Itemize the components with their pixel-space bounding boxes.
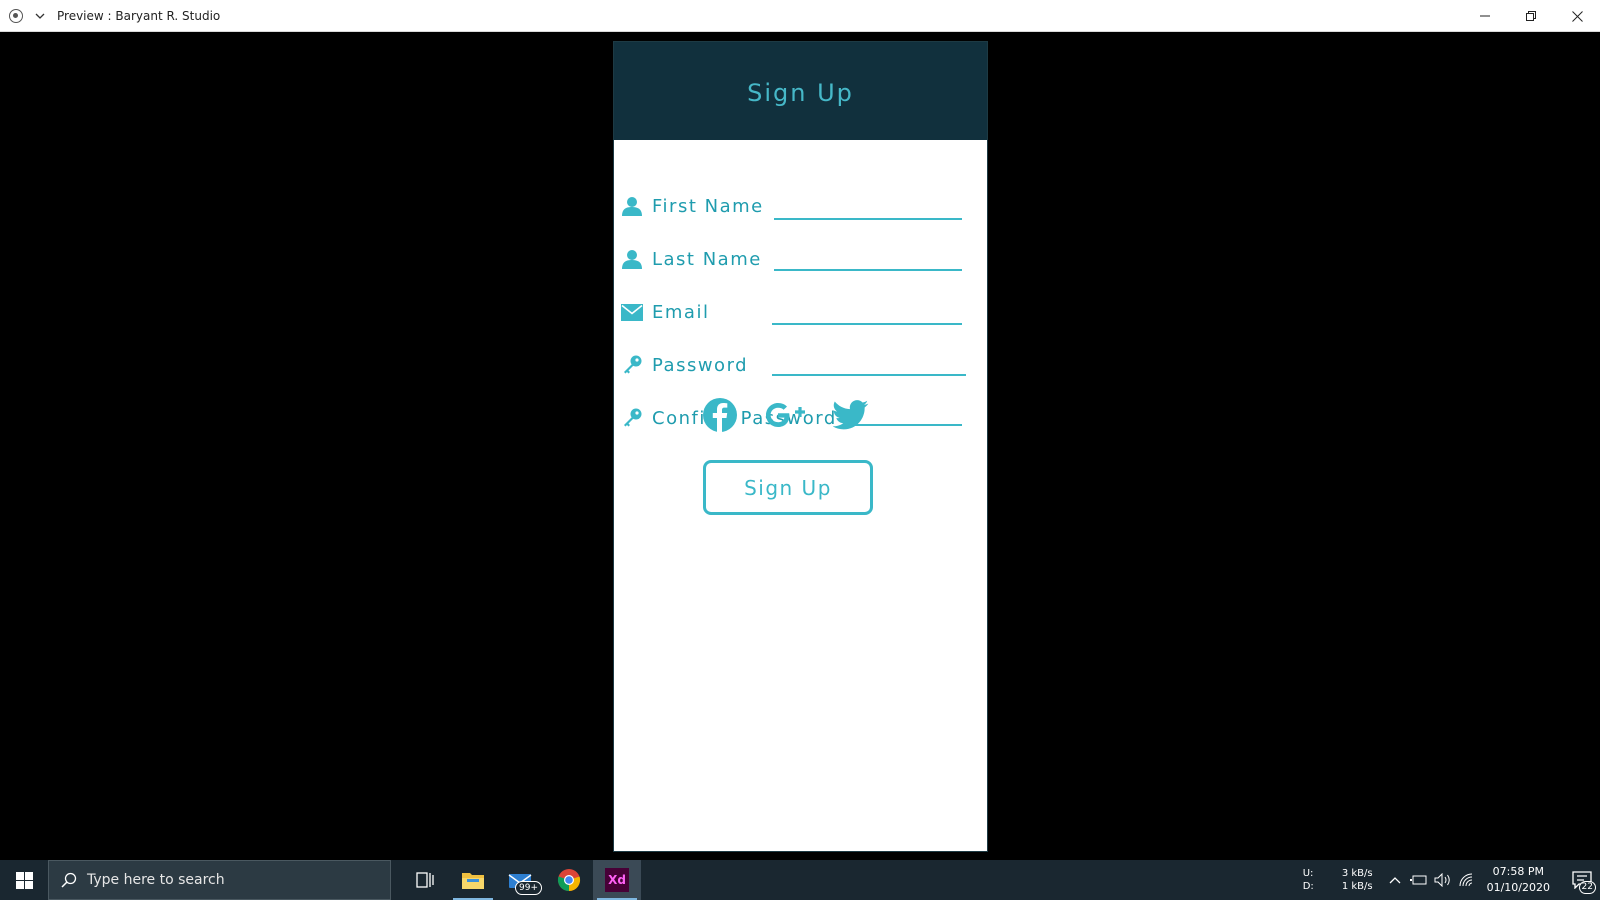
key-icon: [620, 353, 644, 377]
password-label: Password: [652, 355, 749, 376]
restore-button[interactable]: [1508, 0, 1554, 32]
first-name-label: First Name: [652, 196, 764, 217]
folder-icon: [462, 873, 484, 889]
facebook-icon[interactable]: [701, 396, 739, 434]
first-name-field[interactable]: First Name: [620, 192, 764, 222]
network-speed: U: D: 3 kB/s 1 kB/s: [1303, 867, 1373, 893]
mail-button[interactable]: 99+: [497, 860, 545, 900]
social-login: [614, 396, 987, 436]
password-input[interactable]: [772, 374, 966, 376]
chevron-up-icon[interactable]: [1383, 860, 1407, 900]
clock-date: 01/10/2020: [1486, 881, 1550, 894]
upload-label: U:: [1302, 868, 1314, 879]
record-icon[interactable]: [9, 8, 23, 23]
notification-center-button[interactable]: 22: [1564, 860, 1600, 900]
task-view-icon: [416, 872, 434, 888]
download-label: D:: [1302, 881, 1314, 892]
adobe-xd-icon: Xd: [605, 868, 629, 892]
last-name-field[interactable]: Last Name: [620, 245, 762, 275]
battery-icon[interactable]: [1407, 860, 1431, 900]
email-field[interactable]: Email: [620, 298, 709, 328]
first-name-input[interactable]: [774, 218, 962, 220]
google-plus-icon[interactable]: [763, 396, 811, 434]
task-view-button[interactable]: [401, 860, 449, 900]
last-name-label: Last Name: [652, 249, 762, 270]
window-controls: [1462, 0, 1600, 32]
volume-icon[interactable]: [1431, 860, 1455, 900]
window-title: Preview : Baryant R. Studio: [57, 8, 221, 23]
envelope-icon: [620, 300, 644, 324]
email-label: Email: [652, 302, 710, 323]
chevron-down-icon[interactable]: [35, 11, 45, 21]
user-icon: [620, 194, 644, 218]
password-field[interactable]: Password: [620, 351, 748, 381]
clock-time: 07:58 PM: [1492, 865, 1544, 878]
twitter-icon[interactable]: [832, 396, 870, 434]
signup-artboard: Sign Up First Name Last Name Email Passw…: [613, 41, 988, 852]
search-placeholder: Type here to search: [87, 872, 225, 888]
clock[interactable]: 07:58 PM 01/10/2020: [1487, 864, 1550, 896]
last-name-input[interactable]: [774, 269, 962, 271]
user-icon: [620, 247, 644, 271]
windows-start-button[interactable]: [0, 860, 48, 900]
mail-badge: 99+: [515, 881, 542, 895]
preview-area: Sign Up First Name Last Name Email Passw…: [0, 32, 1600, 860]
taskbar-search[interactable]: Type here to search: [48, 860, 391, 900]
search-icon: [61, 872, 77, 888]
file-explorer-button[interactable]: [449, 860, 497, 900]
adobe-xd-button[interactable]: Xd: [593, 860, 641, 900]
download-speed: 1 kB/s: [1341, 881, 1373, 892]
upload-speed: 3 kB/s: [1341, 868, 1373, 879]
signup-button[interactable]: Sign Up: [703, 460, 873, 515]
windows-logo-icon: [15, 871, 33, 889]
system-tray: U: D: 3 kB/s 1 kB/s 07:58 PM 01/10/2020: [1303, 860, 1600, 900]
email-input[interactable]: [772, 323, 962, 325]
close-button[interactable]: [1554, 0, 1600, 32]
card-header: Sign Up: [614, 42, 987, 140]
wifi-icon[interactable]: [1455, 860, 1479, 900]
window-titlebar: Preview : Baryant R. Studio: [0, 0, 1600, 32]
notification-count: 22: [1578, 881, 1596, 894]
chrome-icon: [557, 869, 581, 892]
taskbar: Type here to search 99+ Xd U: D: 3 kB/s …: [0, 860, 1600, 900]
card-title: Sign Up: [747, 79, 854, 107]
minimize-button[interactable]: [1462, 0, 1508, 32]
chrome-button[interactable]: [545, 860, 593, 900]
